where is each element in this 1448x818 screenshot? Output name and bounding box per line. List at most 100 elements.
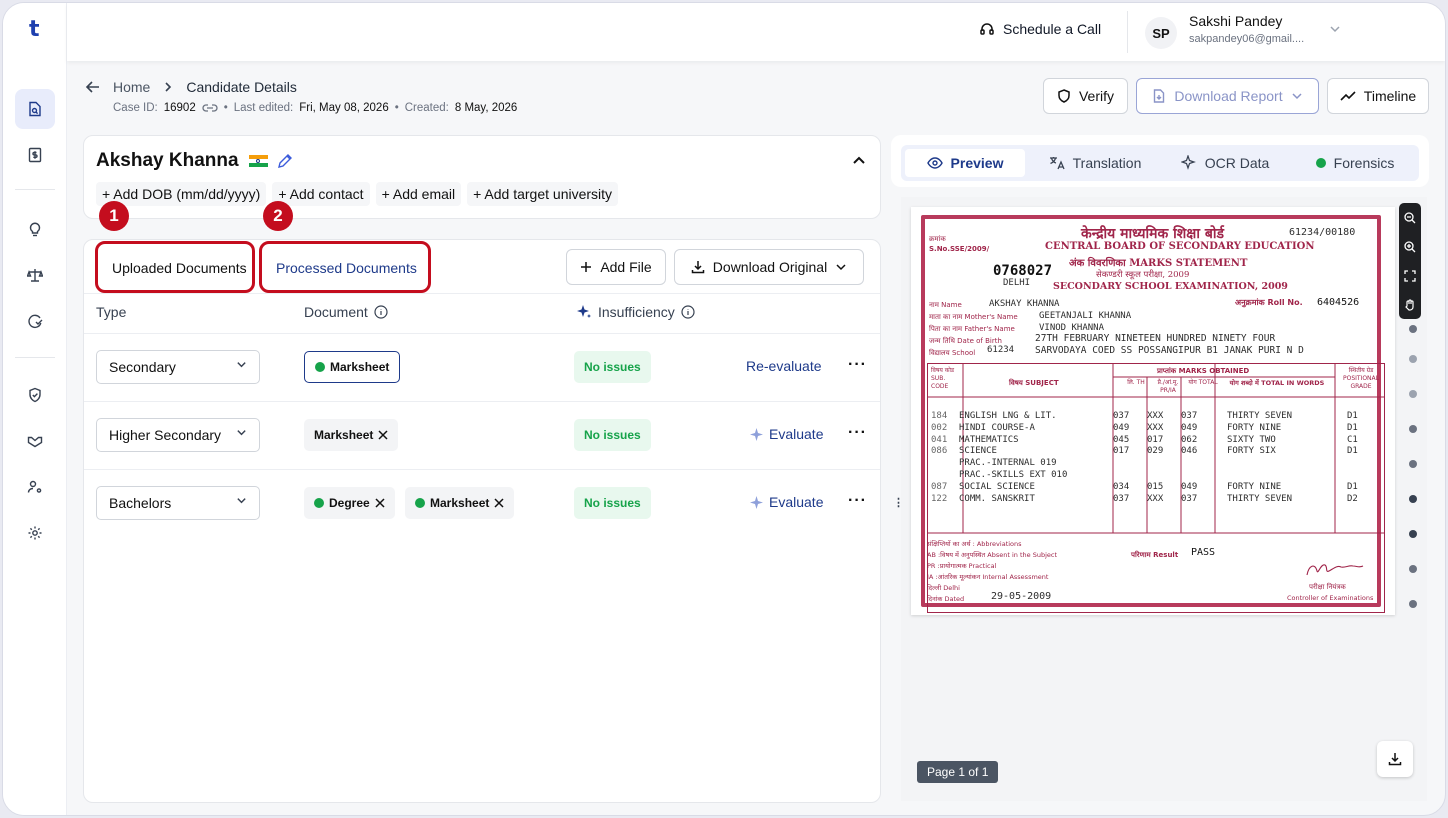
header-code: विषय कोड SUB. CODE: [931, 367, 955, 390]
download-preview-button[interactable]: [1377, 741, 1413, 777]
evaluate-button[interactable]: Evaluate: [750, 494, 823, 510]
verify-button[interactable]: Verify: [1043, 78, 1128, 114]
user-menu-chevron-down-icon[interactable]: [1329, 23, 1341, 38]
more-options-icon[interactable]: ···: [848, 424, 867, 442]
column-header-type: Type: [96, 304, 126, 320]
page-nav-dot[interactable]: [1409, 325, 1417, 333]
document-type-select[interactable]: Secondary: [96, 350, 260, 384]
controller-signature: [1306, 564, 1364, 576]
breadcrumb: Home Candidate Details: [85, 79, 297, 95]
dated-label: दिनांक Dated: [927, 595, 965, 603]
add-contact-label: Add contact: [289, 186, 364, 202]
shield-check-icon: [29, 387, 41, 403]
subject-cell-code: 086: [931, 446, 948, 457]
sidebar-item-partners[interactable]: [15, 421, 55, 461]
preview-tabs-card: Preview Translation OCR Data Forensics: [891, 135, 1429, 187]
sidebar-item-verification[interactable]: [15, 375, 55, 415]
chevron-down-icon: [236, 427, 247, 441]
close-icon[interactable]: [375, 498, 385, 508]
add-email-button[interactable]: + Add email: [375, 182, 462, 206]
sidebar-item-users[interactable]: [15, 467, 55, 507]
pan-hand-icon[interactable]: [1404, 298, 1416, 311]
document-type-select[interactable]: Bachelors: [96, 486, 260, 520]
edit-pencil-icon[interactable]: [276, 152, 294, 170]
back-arrow-icon[interactable]: [85, 79, 101, 95]
reference-number: 61234/00180: [1289, 227, 1356, 238]
close-icon[interactable]: [494, 498, 504, 508]
page-nav-dot[interactable]: [1409, 530, 1417, 538]
re-evaluate-button[interactable]: Re-evaluate: [746, 358, 822, 374]
page-nav-dot[interactable]: [1409, 565, 1417, 573]
statement-english: MARKS STATEMENT: [1129, 258, 1248, 269]
tab-preview[interactable]: Preview: [905, 149, 1025, 177]
highlight-processed-documents: [259, 241, 431, 293]
document-chip[interactable]: Marksheet: [304, 419, 399, 451]
add-file-button[interactable]: Add File: [566, 249, 666, 285]
page-nav-dot[interactable]: [1409, 390, 1417, 398]
status-dot: [1315, 158, 1326, 168]
annotation-badge-1: 1: [99, 201, 129, 231]
collapse-chevron-up-icon[interactable]: [852, 152, 866, 168]
board-english: CENTRAL BOARD OF SECONDARY EDUCATION: [1045, 241, 1315, 252]
link-icon[interactable]: [202, 103, 218, 113]
document-type-select[interactable]: Higher Secondary: [96, 418, 260, 452]
document-search-icon: [29, 101, 41, 117]
download-report-button[interactable]: Download Report: [1136, 78, 1319, 114]
header-subject: विषय SUBJECT: [1009, 379, 1059, 387]
zoom-in-icon[interactable]: [1404, 240, 1416, 253]
schedule-call-button[interactable]: Schedule a Call: [979, 21, 1101, 37]
serial-number: 0768027: [993, 263, 1053, 279]
subject-cell-total: 037: [1181, 493, 1198, 504]
tab-ocr-data[interactable]: OCR Data: [1165, 149, 1285, 177]
sidebar-item-compliance[interactable]: [15, 255, 55, 295]
document-chip[interactable]: Marksheet: [304, 351, 401, 383]
document-chip[interactable]: Degree: [304, 487, 395, 519]
close-icon[interactable]: [378, 430, 388, 440]
subject-cell-pr: 017: [1147, 434, 1164, 445]
sidebar-item-billing[interactable]: [15, 135, 55, 175]
evaluate-button[interactable]: Evaluate: [750, 426, 823, 442]
last-edited-label: Last edited:: [233, 102, 294, 114]
download-icon: [1388, 753, 1402, 766]
subject-cell-pr: XXX: [1147, 422, 1164, 433]
exam-hindi: सेकण्डरी स्कूल परीक्षा, 2009: [1096, 270, 1190, 280]
subject-cell-name: COMM. SANSKRIT: [959, 493, 1035, 504]
created: 8 May, 2026: [454, 102, 518, 114]
download-original-button[interactable]: Download Original: [674, 249, 864, 285]
breadcrumb-home[interactable]: Home: [113, 79, 150, 95]
page-nav-dot[interactable]: [1409, 600, 1417, 608]
sidebar-item-insights[interactable]: [15, 209, 55, 249]
add-contact-button[interactable]: + Add contact: [272, 182, 370, 206]
subject-cell-pr: 015: [1147, 481, 1164, 492]
more-options-icon[interactable]: ···: [848, 492, 867, 510]
info-icon[interactable]: [681, 305, 695, 319]
tab-forensics[interactable]: Forensics: [1295, 149, 1415, 177]
headset-icon: [980, 23, 994, 35]
document-viewer[interactable]: क्रमांक S.No.SSE/2009/ 0768027 DELHI केन…: [901, 197, 1427, 801]
add-target-university-button[interactable]: + Add target university: [467, 182, 619, 206]
column-header-document-label: Document: [304, 304, 368, 320]
sidebar-item-universities[interactable]: [15, 301, 55, 341]
chevron-down-icon: [236, 495, 247, 509]
fit-screen-icon[interactable]: [1404, 269, 1416, 282]
add-dob-label: Add DOB (mm/dd/yyyy): [113, 186, 261, 202]
page-nav-dot[interactable]: [1409, 425, 1417, 433]
document-chip[interactable]: Marksheet: [405, 487, 515, 519]
page-nav-dot[interactable]: [1409, 460, 1417, 468]
more-options-icon[interactable]: ···: [848, 356, 867, 374]
mother-label: माता का नाम Mother's Name: [929, 313, 1018, 321]
page-nav-dot[interactable]: [1409, 495, 1417, 503]
info-icon[interactable]: [374, 305, 388, 319]
sidebar-item-documents[interactable]: [15, 89, 55, 129]
zoom-out-icon[interactable]: [1404, 211, 1416, 224]
timeline-button[interactable]: Timeline: [1327, 78, 1429, 114]
table-row: Higher Secondary Marksheet No issues Eva…: [84, 401, 880, 469]
tab-translation[interactable]: Translation: [1035, 149, 1155, 177]
candidate-actions: + Add DOB (mm/dd/yyyy) + Add contact + A…: [96, 182, 619, 206]
avatar[interactable]: SP: [1145, 17, 1177, 49]
sidebar-item-settings[interactable]: [15, 513, 55, 553]
user-name[interactable]: Sakshi Pandey: [1189, 13, 1282, 29]
subject-cell-th: 034: [1113, 481, 1130, 492]
scale-icon: [27, 269, 43, 282]
page-nav-dot[interactable]: [1409, 355, 1417, 363]
